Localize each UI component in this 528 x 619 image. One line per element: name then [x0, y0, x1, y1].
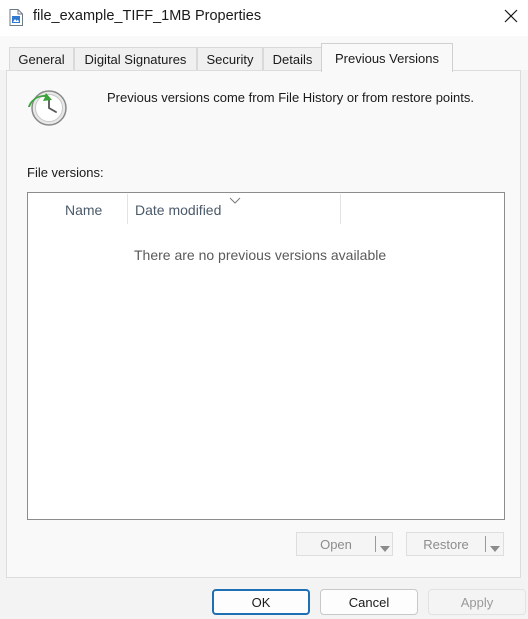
- split-separator: [485, 536, 486, 552]
- tab-general[interactable]: General: [9, 47, 74, 71]
- close-icon: [504, 9, 518, 26]
- open-button-label: Open: [320, 536, 352, 552]
- file-versions-list[interactable]: Name Date modified There are no previous…: [27, 192, 505, 520]
- cancel-button[interactable]: Cancel: [320, 589, 418, 615]
- column-divider[interactable]: [127, 194, 128, 224]
- column-header-date-modified[interactable]: Date modified: [135, 202, 221, 218]
- column-header-name[interactable]: Name: [65, 202, 102, 218]
- window-title: file_example_TIFF_1MB Properties: [33, 8, 262, 24]
- empty-list-message: There are no previous versions available: [134, 247, 387, 263]
- title-bar: file_example_TIFF_1MB Properties: [0, 0, 528, 36]
- sort-descending-icon: [229, 193, 241, 204]
- info-text: Previous versions come from File History…: [107, 90, 474, 105]
- tab-digital-signatures[interactable]: Digital Signatures: [74, 47, 197, 71]
- tab-details[interactable]: Details: [263, 47, 322, 71]
- apply-button[interactable]: Apply: [428, 589, 526, 615]
- ok-button[interactable]: OK: [212, 589, 310, 615]
- chevron-down-icon[interactable]: [380, 541, 390, 552]
- close-button[interactable]: [494, 0, 528, 34]
- split-separator: [375, 536, 376, 552]
- tab-previous-versions[interactable]: Previous Versions: [321, 43, 453, 72]
- chevron-down-icon[interactable]: [490, 541, 500, 552]
- column-divider[interactable]: [340, 194, 341, 224]
- tab-security[interactable]: Security: [197, 47, 263, 71]
- history-clock-icon: [27, 88, 69, 128]
- open-split-button[interactable]: Open: [296, 532, 393, 556]
- file-versions-label: File versions:: [27, 165, 104, 180]
- restore-button-label: Restore: [423, 536, 469, 552]
- tiff-file-icon: [9, 9, 23, 26]
- restore-split-button[interactable]: Restore: [406, 532, 504, 556]
